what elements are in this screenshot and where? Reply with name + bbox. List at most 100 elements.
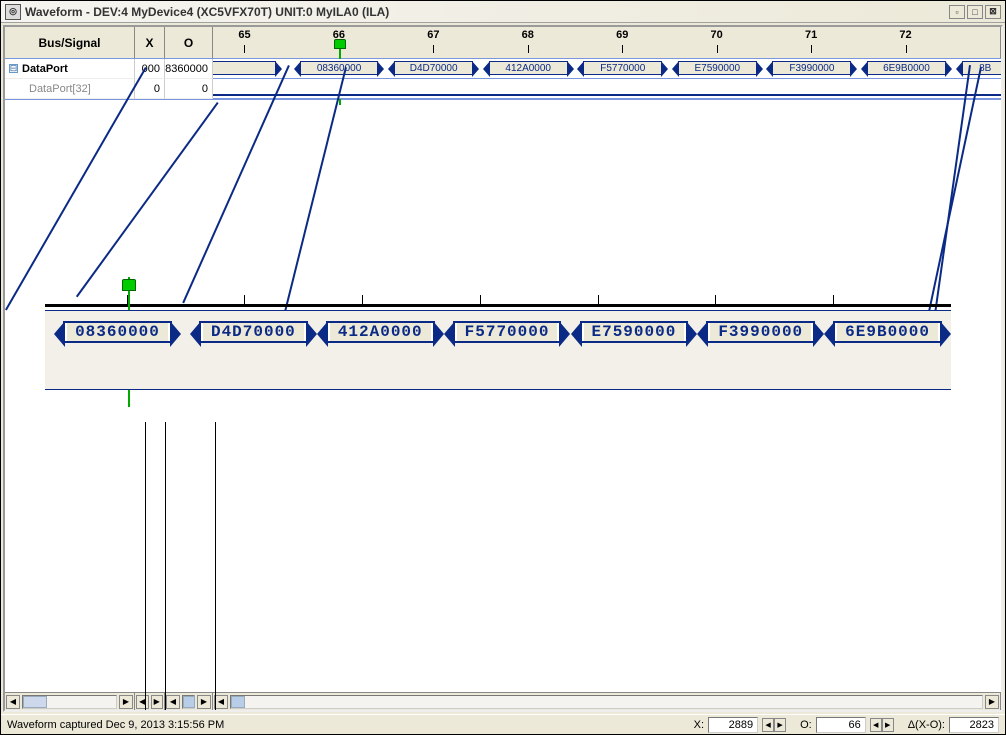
status-o-value: 66 <box>816 717 866 733</box>
waveform-window: ◎ Waveform - DEV:4 MyDevice4 (XC5VFX70T)… <box>0 0 1006 735</box>
signal-name-cell: DataPort[32] <box>5 79 135 99</box>
scrollbar-o[interactable]: ◀ ▶ <box>165 693 213 710</box>
signal-label: DataPort <box>22 63 68 75</box>
window-title: Waveform - DEV:4 MyDevice4 (XC5VFX70T) U… <box>25 5 389 19</box>
status-o-label: O: <box>800 719 812 731</box>
tick-label: 69 <box>616 29 628 41</box>
bit-trace <box>213 94 1001 96</box>
bus-segment <box>213 61 276 75</box>
bus-segment: 08360000 <box>300 61 379 75</box>
bus-segment: E7590000 <box>678 61 757 75</box>
scroll-right-icon[interactable]: ▶ <box>985 695 999 709</box>
scroll-right-icon[interactable]: ▶ <box>151 695 164 709</box>
wave-row-bit <box>213 79 1001 99</box>
bus-segment: F3990000 <box>772 61 851 75</box>
wave-canvas[interactable]: 08360000 D4D70000 412A0000 F5770000 E759… <box>213 59 1001 99</box>
zoom-body: 08360000 D4D70000 412A0000 F5770000 E759… <box>45 310 951 390</box>
titlebar: ◎ Waveform - DEV:4 MyDevice4 (XC5VFX70T)… <box>1 1 1005 23</box>
grid-header: Bus/Signal X O 65 66 67 68 69 70 71 <box>5 27 1001 59</box>
tick-mark <box>717 45 718 53</box>
divider-line <box>165 422 166 712</box>
zoom-segment: D4D70000 <box>199 321 308 343</box>
tick-mark <box>622 45 623 53</box>
signal-row-dataport[interactable]: ⊟ DataPort 000 08360000 <box>5 59 213 79</box>
bus-segment: D4D70000 <box>394 61 473 75</box>
status-bar: Waveform captured Dec 9, 2013 3:15:56 PM… <box>1 714 1005 734</box>
bus-segment: 412A0000 <box>489 61 568 75</box>
zoom-tick <box>833 295 834 307</box>
zoom-tick <box>362 295 363 307</box>
zoom-tick <box>480 295 481 307</box>
signal-name-cell: ⊟ DataPort <box>5 59 135 79</box>
divider-line <box>145 422 146 712</box>
zoom-tick <box>598 295 599 307</box>
app-icon: ◎ <box>5 4 21 20</box>
signal-label: DataPort[32] <box>9 83 91 95</box>
maximize-button[interactable]: □ <box>967 5 983 19</box>
scrollbar-signal[interactable]: ◀ ▶ <box>5 693 135 710</box>
signal-o-cell: 0 <box>165 79 213 99</box>
zoom-segment: F5770000 <box>453 321 562 343</box>
zoom-segment: E7590000 <box>580 321 689 343</box>
tick-label: 72 <box>899 29 911 41</box>
bus-segment: F5770000 <box>583 61 662 75</box>
scroll-track[interactable] <box>182 695 195 709</box>
scrollbar-x[interactable]: ◀ ▶ <box>135 693 165 710</box>
tick-label: 68 <box>522 29 534 41</box>
scroll-right-icon[interactable]: ▶ <box>197 695 211 709</box>
scroll-track[interactable] <box>22 695 117 709</box>
status-delta-value: 2823 <box>949 717 999 733</box>
spin-left-icon[interactable]: ◀ <box>762 718 774 732</box>
scroll-left-icon[interactable]: ◀ <box>166 695 180 709</box>
tick-label: 71 <box>805 29 817 41</box>
o-spinner[interactable]: ◀▶ <box>870 718 894 732</box>
zoom-panel: 08360000 D4D70000 412A0000 F5770000 E759… <box>45 287 951 397</box>
bus-segment: 6E9B0000 <box>867 61 946 75</box>
collapse-icon[interactable]: ⊟ <box>9 64 18 73</box>
spin-left-icon[interactable]: ◀ <box>870 718 882 732</box>
signal-rows: ⊟ DataPort 000 08360000 DataPort[32] 0 0 <box>5 59 1001 100</box>
zoom-segment: F3990000 <box>706 321 815 343</box>
scroll-left-icon[interactable]: ◀ <box>214 695 228 709</box>
signal-x-cell: 0 <box>135 79 165 99</box>
header-bus-signal: Bus/Signal <box>5 27 135 58</box>
signal-o-cell: 08360000 <box>165 59 213 79</box>
zoom-segment: 412A0000 <box>326 321 435 343</box>
spin-right-icon[interactable]: ▶ <box>774 718 786 732</box>
zoom-tick <box>244 295 245 307</box>
time-ruler[interactable]: 65 66 67 68 69 70 71 72 <box>213 27 1000 58</box>
spin-right-icon[interactable]: ▶ <box>882 718 894 732</box>
scroll-left-icon[interactable]: ◀ <box>6 695 20 709</box>
header-o: O <box>165 27 213 58</box>
tick-label: 70 <box>711 29 723 41</box>
signal-row-dataport32[interactable]: DataPort[32] 0 0 <box>5 79 213 99</box>
zoom-ruler <box>45 287 951 307</box>
zoom-segment: 6E9B0000 <box>833 321 942 343</box>
minimize-button[interactable]: ▫ <box>949 5 965 19</box>
tick-mark <box>811 45 812 53</box>
scrollbar-wave[interactable]: ◀ ▶ <box>213 693 1001 710</box>
wave-row-bus: 08360000 D4D70000 412A0000 F5770000 E759… <box>213 59 1001 79</box>
scrollbar-row: ◀ ▶ ◀ ▶ ◀ ▶ ◀ ▶ <box>5 692 1001 710</box>
status-x-label: X: <box>694 719 704 731</box>
x-spinner[interactable]: ◀▶ <box>762 718 786 732</box>
content-area: Bus/Signal X O 65 66 67 68 69 70 71 <box>3 25 1003 712</box>
divider-line <box>215 422 216 712</box>
tick-mark <box>906 45 907 53</box>
header-x: X <box>135 27 165 58</box>
tick-mark <box>244 45 245 53</box>
header-ruler: 65 66 67 68 69 70 71 72 <box>213 27 1001 58</box>
tick-label: 67 <box>427 29 439 41</box>
close-button[interactable]: ⊠ <box>985 5 1001 19</box>
tick-mark <box>433 45 434 53</box>
tick-label: 65 <box>238 29 250 41</box>
zoom-tick <box>715 295 716 307</box>
status-delta-label: Δ(X-O): <box>908 719 945 731</box>
tick-mark <box>528 45 529 53</box>
scroll-right-icon[interactable]: ▶ <box>119 695 133 709</box>
scroll-track[interactable] <box>230 695 983 709</box>
zoom-segment: 08360000 <box>63 321 172 343</box>
scroll-left-icon[interactable]: ◀ <box>136 695 149 709</box>
status-x-value: 2889 <box>708 717 758 733</box>
status-captured: Waveform captured Dec 9, 2013 3:15:56 PM <box>7 719 224 731</box>
